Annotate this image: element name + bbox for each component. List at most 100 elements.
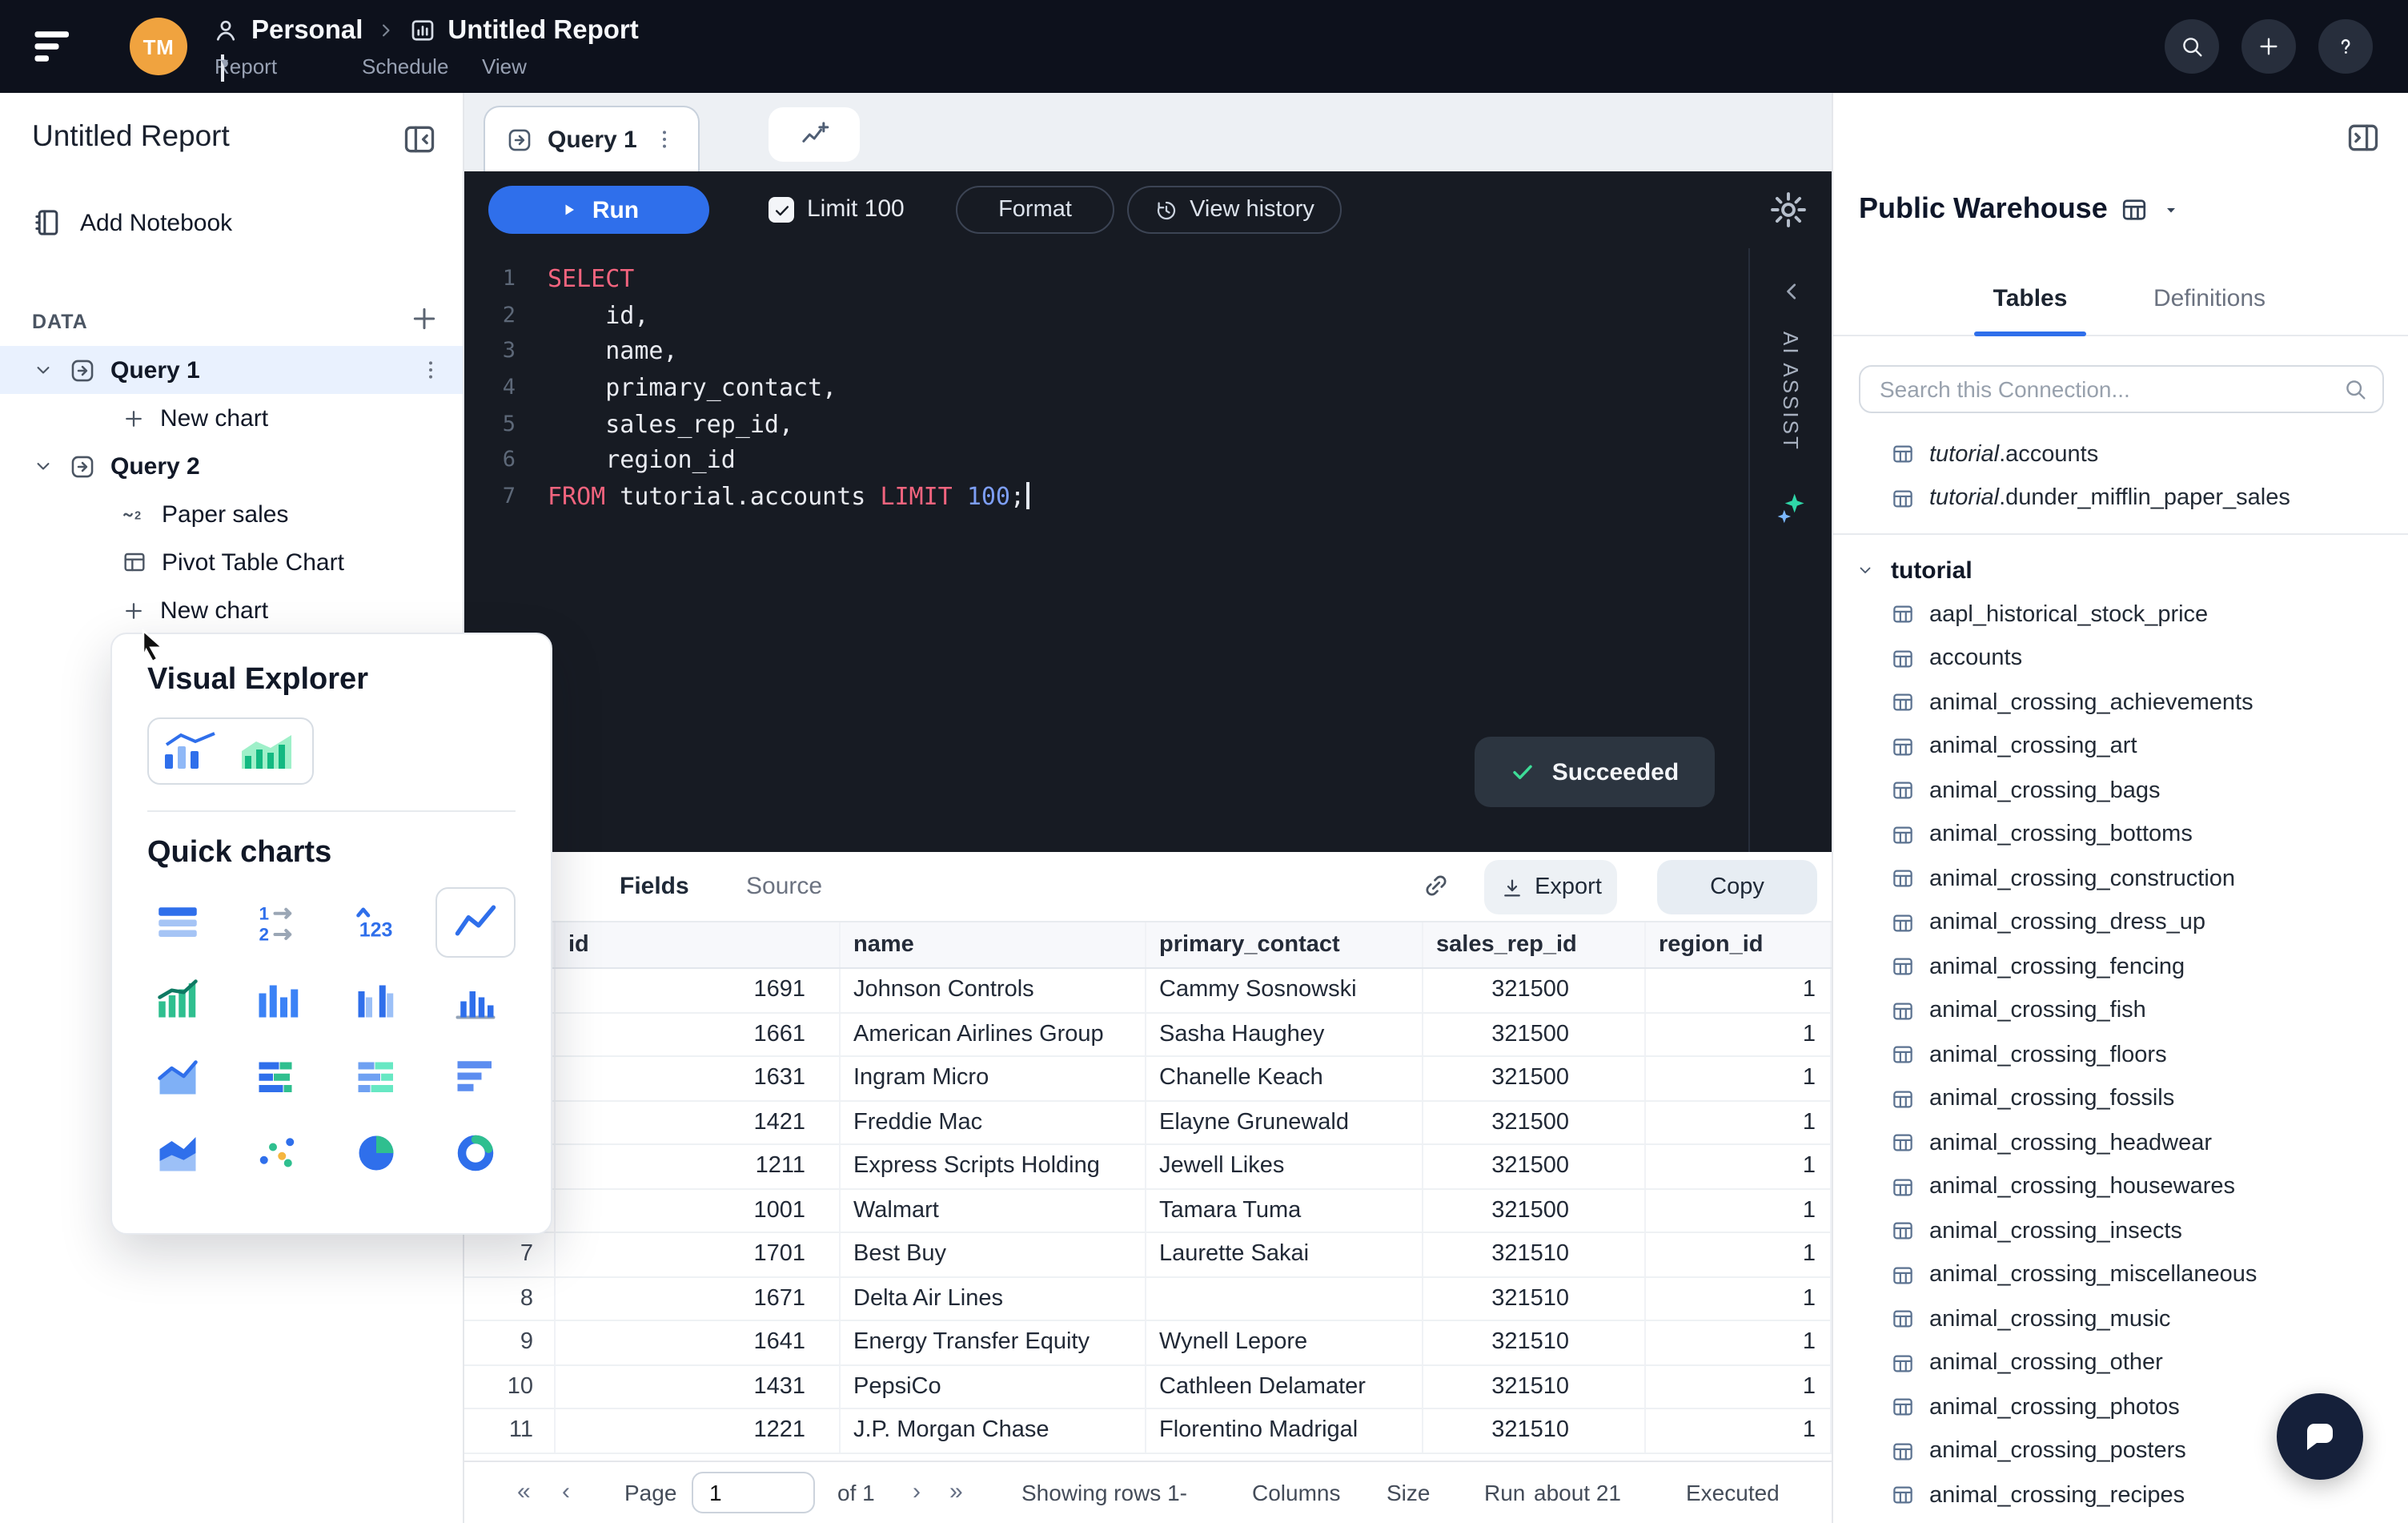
kebab-menu-icon[interactable]: [418, 357, 443, 383]
table-list-item[interactable]: animal_crossing_housewares: [1833, 1165, 2408, 1209]
column-header-primary_contact[interactable]: primary_contact: [1146, 922, 1423, 967]
next-page-button[interactable]: ›: [913, 1478, 921, 1505]
tree-item[interactable]: Query 1: [0, 346, 463, 394]
editor-settings-gear-icon[interactable]: [1768, 189, 1809, 231]
first-page-button[interactable]: «: [517, 1478, 531, 1505]
breadcrumb-title[interactable]: Untitled Report: [447, 15, 638, 46]
schema-group-tutorial[interactable]: tutorial: [1833, 548, 2408, 593]
tree-item[interactable]: Pivot Table Chart: [0, 538, 463, 586]
run-button[interactable]: Run: [488, 186, 709, 234]
table-list-item[interactable]: animal_crossing_bags: [1833, 769, 2408, 813]
table-row[interactable]: 11 1221 J.P. Morgan Chase Florentino Madrig…: [464, 1409, 1832, 1453]
format-button[interactable]: Format: [956, 186, 1114, 234]
column-header-id[interactable]: id: [556, 922, 841, 967]
prev-page-button[interactable]: ‹: [562, 1478, 570, 1505]
quick-chart-grouped[interactable]: [336, 964, 416, 1035]
view-history-button[interactable]: View history: [1127, 186, 1342, 234]
table-list-item[interactable]: animal_crossing_fish: [1833, 989, 2408, 1033]
last-page-button[interactable]: »: [949, 1478, 963, 1505]
help-button[interactable]: [2318, 19, 2373, 74]
breadcrumb-workspace[interactable]: Personal: [251, 15, 363, 46]
create-button[interactable]: [2241, 19, 2296, 74]
table-list-item[interactable]: animal_crossing_achievements: [1833, 681, 2408, 725]
pinned-table-item[interactable]: tutorial.accounts: [1833, 432, 2408, 476]
tree-item[interactable]: 2 Paper sales: [0, 490, 463, 538]
collapse-panel-icon[interactable]: [2346, 120, 2381, 155]
tab-tables[interactable]: Tables: [1974, 285, 2086, 312]
quick-chart-area[interactable]: [138, 1041, 218, 1111]
table-list-item[interactable]: animal_crossing_fencing: [1833, 945, 2408, 989]
table-row[interactable]: 9 1641 Energy Transfer Equity Wynell Lepore…: [464, 1321, 1832, 1365]
table-row[interactable]: 41421Freddie MacElayne Grunewald3215001: [464, 1101, 1832, 1145]
add-data-button[interactable]: [408, 303, 440, 335]
columns-button[interactable]: Columns: [1252, 1480, 1341, 1505]
page-input[interactable]: [692, 1472, 815, 1513]
table-row[interactable]: 61001WalmartTamara Tuma3215001: [464, 1189, 1832, 1233]
quick-chart-histogram[interactable]: [435, 964, 516, 1035]
chevron-down-icon[interactable]: [32, 455, 54, 477]
chat-widget-button[interactable]: [2277, 1393, 2363, 1480]
tab-fields[interactable]: Fields: [620, 873, 689, 900]
tab-definitions[interactable]: Definitions: [2121, 285, 2298, 312]
chevron-left-icon[interactable]: [1776, 277, 1805, 306]
new-chart-tab-button[interactable]: [769, 107, 860, 162]
quick-chart-column[interactable]: [237, 964, 317, 1035]
table-row[interactable]: 51211Express Scripts HoldingJewell Likes…: [464, 1145, 1832, 1189]
table-list-item[interactable]: animal_crossing_miscellaneous: [1833, 1253, 2408, 1297]
table-row[interactable]: 1 1691Johnson ControlsCammy Sosnowski3215…: [464, 969, 1832, 1013]
limit-checkbox[interactable]: [769, 197, 794, 223]
visual-explorer-button[interactable]: [147, 717, 314, 785]
schema-search-input[interactable]: [1859, 365, 2384, 413]
quick-chart-pie[interactable]: [336, 1118, 416, 1188]
table-list-item[interactable]: animal_crossing_other: [1833, 1341, 2408, 1385]
table-list-item[interactable]: animal_crossing_recipes: [1833, 1473, 2408, 1517]
tab-query-1[interactable]: Query 1: [484, 106, 700, 171]
copy-button[interactable]: Copy: [1657, 860, 1817, 914]
add-notebook-button[interactable]: Add Notebook: [32, 205, 232, 240]
menu-view[interactable]: View: [482, 54, 527, 78]
table-row[interactable]: 10 1431 PepsiCo Cathleen Delamater 321510 1: [464, 1365, 1832, 1409]
share-link-icon[interactable]: [1422, 871, 1451, 900]
pinned-table-item[interactable]: tutorial.dunder_mifflin_paper_sales: [1833, 476, 2408, 520]
quick-chart-combo[interactable]: [138, 964, 218, 1035]
export-button[interactable]: Export: [1484, 860, 1617, 914]
tab-kebab-icon[interactable]: [652, 127, 677, 152]
table-list-item[interactable]: animal_crossing_dress_up: [1833, 901, 2408, 945]
quick-chart-number[interactable]: 123: [336, 887, 416, 958]
collapse-sidebar-icon[interactable]: [402, 122, 437, 157]
table-row[interactable]: 7 1701 Best Buy Laurette Sakai 321510 1: [464, 1233, 1832, 1277]
quick-chart-pivot[interactable]: 12: [237, 887, 317, 958]
column-header-region_id[interactable]: region_id: [1646, 922, 1832, 967]
table-row[interactable]: 31631Ingram MicroChanelle Keach3215001: [464, 1057, 1832, 1101]
table-list-item[interactable]: animal_crossing_construction: [1833, 857, 2408, 901]
tree-item[interactable]: New chart: [0, 586, 463, 634]
table-list-item[interactable]: animal_crossing_music: [1833, 1297, 2408, 1341]
quick-chart-stackedbar[interactable]: [237, 1041, 317, 1111]
quick-chart-bar[interactable]: [435, 1041, 516, 1111]
table-list-item[interactable]: animal_crossing_headwear: [1833, 1121, 2408, 1165]
table-list-item[interactable]: animal_crossing_insects: [1833, 1209, 2408, 1253]
menu-schedule[interactable]: Schedule: [362, 54, 448, 78]
column-header-name[interactable]: name: [841, 922, 1146, 967]
table-list-item[interactable]: animal_crossing_bottoms: [1833, 813, 2408, 857]
size-button[interactable]: Size: [1387, 1480, 1430, 1505]
table-list-item[interactable]: aapl_historical_stock_price: [1833, 593, 2408, 637]
column-header-sales_rep_id[interactable]: sales_rep_id: [1423, 922, 1646, 967]
chevron-down-icon[interactable]: [32, 359, 54, 381]
tree-item[interactable]: New chart: [0, 394, 463, 442]
quick-chart-stackedbar2[interactable]: [336, 1041, 416, 1111]
quick-chart-donut[interactable]: [435, 1118, 516, 1188]
table-list-item[interactable]: animal_crossing_floors: [1833, 1033, 2408, 1077]
table-row[interactable]: 21661American Airlines GroupSasha Haughe…: [464, 1013, 1832, 1057]
ai-sparkle-icon[interactable]: [1773, 490, 1808, 525]
table-row[interactable]: 8 1671 Delta Air Lines 321510 1: [464, 1277, 1832, 1321]
quick-chart-stackedarea[interactable]: [138, 1118, 218, 1188]
search-button[interactable]: [2165, 19, 2219, 74]
quick-chart-line[interactable]: [435, 887, 516, 958]
table-list-item[interactable]: animal_crossing_fossils: [1833, 1077, 2408, 1121]
quick-chart-scatter[interactable]: [237, 1118, 317, 1188]
tab-source[interactable]: Source: [746, 873, 822, 900]
table-list-item[interactable]: animal_crossing_art: [1833, 725, 2408, 769]
connection-selector[interactable]: Public Warehouse: [1859, 192, 2181, 226]
quick-chart-table[interactable]: [138, 887, 218, 958]
